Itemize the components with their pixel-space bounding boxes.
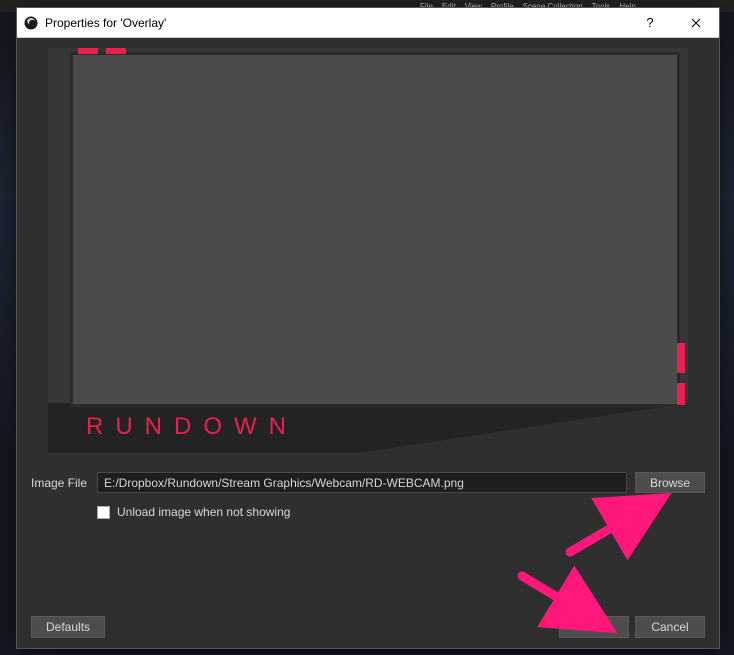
overlay-accent (106, 48, 126, 54)
cancel-button[interactable]: Cancel (635, 616, 705, 638)
overlay-accent (78, 48, 98, 54)
overlay-brand-text: RUNDOWN (86, 413, 298, 441)
overlay-diagonal-cut (358, 403, 688, 453)
help-button[interactable]: ? (627, 8, 673, 38)
overlay-accent (677, 343, 685, 373)
overlay-accent (677, 383, 685, 405)
defaults-button[interactable]: Defaults (31, 616, 105, 638)
unload-label: Unload image when not showing (117, 505, 290, 519)
dialog-content: RUNDOWN Image File Browse Unload image w… (17, 38, 719, 608)
unload-checkbox[interactable] (97, 506, 110, 519)
titlebar: Properties for 'Overlay' ? (17, 8, 719, 38)
overlay-webcam-window (70, 52, 680, 407)
preview-area: RUNDOWN (31, 48, 705, 456)
dialog-footer: Defaults OK Cancel (17, 608, 719, 648)
obs-icon (23, 15, 39, 31)
overlay-preview: RUNDOWN (48, 48, 688, 453)
unload-row[interactable]: Unload image when not showing (97, 505, 705, 519)
close-button[interactable] (673, 8, 719, 38)
image-file-label: Image File (31, 476, 89, 490)
image-file-row: Image File Browse (31, 472, 705, 493)
image-file-input[interactable] (97, 472, 627, 493)
ok-button[interactable]: OK (559, 616, 629, 638)
browse-button[interactable]: Browse (635, 472, 705, 493)
window-title: Properties for 'Overlay' (45, 16, 627, 30)
properties-dialog: Properties for 'Overlay' ? RUNDOWN Image… (16, 7, 720, 649)
